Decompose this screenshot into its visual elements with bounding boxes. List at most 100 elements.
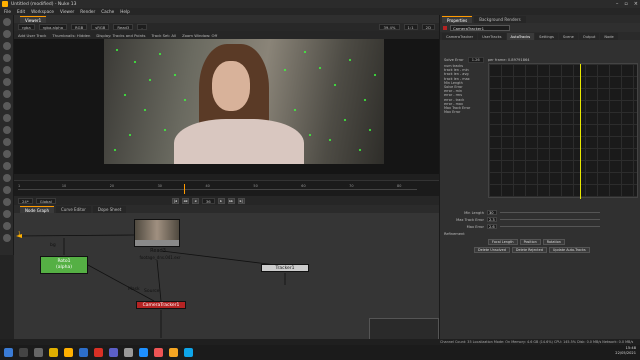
keyer-tool-icon[interactable] <box>2 90 11 98</box>
chrome-icon[interactable] <box>94 348 103 357</box>
track-point[interactable] <box>144 109 146 111</box>
min-length-field[interactable]: 30 <box>487 210 497 215</box>
track-set-dropdown[interactable]: Track Set: All <box>151 33 176 38</box>
read-node[interactable] <box>134 219 180 247</box>
color-tool-icon[interactable] <box>2 66 11 74</box>
delete-unsolved-button[interactable]: Delete Unsolved <box>474 247 510 253</box>
update-autotracks-button[interactable]: Update Auto-Tracks <box>548 247 590 253</box>
metadata-tool-icon[interactable] <box>2 150 11 158</box>
track-point[interactable] <box>184 99 186 101</box>
track-point[interactable] <box>284 69 286 71</box>
input-a-dropdown[interactable]: Read3 <box>113 24 134 30</box>
focal-length-button[interactable]: Focal Length <box>488 239 518 245</box>
tab-curve-editor[interactable]: Curve Editor <box>55 206 91 213</box>
transform-tool-icon[interactable] <box>2 114 11 122</box>
play-forward-icon[interactable]: ▸ <box>217 197 225 204</box>
max-error-field[interactable]: 2.6 <box>487 224 497 229</box>
colorspace-dropdown[interactable]: RGB <box>71 24 88 30</box>
tab-properties[interactable]: Properties <box>442 16 473 23</box>
delete-rejected-button[interactable]: Delete Rejected <box>511 247 547 253</box>
app-icon[interactable] <box>124 348 133 357</box>
node-name-field[interactable]: CameraTracker1 <box>450 24 510 31</box>
track-point[interactable] <box>149 79 151 81</box>
close-icon[interactable]: × <box>634 1 638 7</box>
zoom-dropdown[interactable]: 39.4% <box>379 24 400 30</box>
toolsets-icon[interactable] <box>2 162 11 170</box>
nuke-app-icon[interactable] <box>64 348 73 357</box>
track-point[interactable] <box>344 119 346 121</box>
menu-workspace[interactable]: Workspace <box>31 9 54 14</box>
tab-node[interactable]: Node <box>600 33 618 40</box>
tab-viewer1[interactable]: Viewer1 <box>20 16 47 23</box>
track-point[interactable] <box>364 99 366 101</box>
menu-help[interactable]: Help <box>120 9 130 14</box>
thumbnails-dropdown[interactable]: Thumbnails: Hidden <box>52 33 90 38</box>
search-icon[interactable] <box>19 348 28 357</box>
display-dropdown[interactable]: Display: Tracks and Points <box>96 33 145 38</box>
input-process-dropdown[interactable]: sRGB <box>91 24 110 30</box>
last-frame-icon[interactable]: ▸| <box>237 197 245 204</box>
max-track-error-field[interactable]: 2.3 <box>487 217 497 222</box>
track-point[interactable] <box>164 129 166 131</box>
autotracks-graph[interactable] <box>488 63 638 199</box>
track-point[interactable] <box>304 51 306 53</box>
node-color-chip[interactable] <box>443 25 447 30</box>
next-key-icon[interactable]: ▸▸ <box>227 197 235 204</box>
track-point[interactable] <box>349 59 351 61</box>
track-point[interactable] <box>124 94 126 96</box>
menu-file[interactable]: File <box>4 9 11 14</box>
other-tool-icon[interactable] <box>2 174 11 182</box>
views-tool-icon[interactable] <box>2 138 11 146</box>
tab-dope-sheet[interactable]: Dope Sheet <box>92 206 127 213</box>
menu-cache[interactable]: Cache <box>101 9 114 14</box>
param-item[interactable]: Max Error <box>444 110 486 114</box>
image-tool-icon[interactable] <box>2 18 11 26</box>
track-point[interactable] <box>114 149 116 151</box>
track-point[interactable] <box>359 149 361 151</box>
draw-tool-icon[interactable] <box>2 30 11 38</box>
fps-field[interactable]: 24* <box>18 197 33 204</box>
file-explorer-icon[interactable] <box>49 348 58 357</box>
tab-settings[interactable]: Settings <box>535 33 558 40</box>
track-point[interactable] <box>116 49 118 51</box>
input-b-dropdown[interactable]: - <box>137 24 147 30</box>
tab-usertracks[interactable]: UserTracks <box>478 33 506 40</box>
timeline[interactable]: 1 10 20 30 40 50 60 70 80 <box>14 180 439 196</box>
track-point[interactable] <box>319 67 321 69</box>
menu-render[interactable]: Render <box>80 9 95 14</box>
mode-dropdown[interactable]: 2D <box>421 24 435 30</box>
channels-dropdown[interactable]: rgba <box>18 24 35 30</box>
furnace-tool-icon[interactable] <box>2 186 11 194</box>
track-point[interactable] <box>369 129 371 131</box>
ratio-dropdown[interactable]: 1:1 <box>403 24 418 30</box>
app-icon[interactable] <box>184 348 193 357</box>
track-point[interactable] <box>294 109 296 111</box>
max-track-error-slider[interactable] <box>500 219 600 220</box>
edge-browser-icon[interactable] <box>79 348 88 357</box>
track-point[interactable] <box>129 134 131 136</box>
roto-node[interactable]: Roto1 (alpha) <box>40 256 88 274</box>
track-point[interactable] <box>174 74 176 76</box>
range-mode-dropdown[interactable]: Global <box>35 197 56 204</box>
max-error-slider[interactable] <box>500 226 600 227</box>
play-backward-icon[interactable]: ◂ <box>191 197 199 204</box>
track-point[interactable] <box>134 61 136 63</box>
position-button[interactable]: Position <box>519 239 541 245</box>
deep-tool-icon[interactable] <box>2 210 11 218</box>
rotation-button[interactable]: Rotation <box>542 239 565 245</box>
add-user-track-button[interactable]: Add User Track <box>18 33 46 38</box>
layer-dropdown[interactable]: rgba.alpha <box>38 24 68 30</box>
tab-scene[interactable]: Scene <box>558 33 578 40</box>
tab-autotracks[interactable]: AutoTracks <box>506 33 535 40</box>
node-graph-panel[interactable]: Node Graph Curve Editor Dope Sheet 1 bg … <box>14 205 439 345</box>
airmanager-tool-icon[interactable] <box>2 234 11 242</box>
tab-output[interactable]: Output <box>578 33 600 40</box>
cara-tool-icon[interactable] <box>2 222 11 230</box>
prev-key-icon[interactable]: ◂◂ <box>181 197 189 204</box>
channel-tool-icon[interactable] <box>2 54 11 62</box>
merge-tool-icon[interactable] <box>2 102 11 110</box>
time-tool-icon[interactable] <box>2 42 11 50</box>
windows-start-icon[interactable] <box>4 348 13 357</box>
zoom-window-dropdown[interactable]: Zoom Window: Off <box>182 33 217 38</box>
minimize-icon[interactable]: – <box>616 1 619 7</box>
